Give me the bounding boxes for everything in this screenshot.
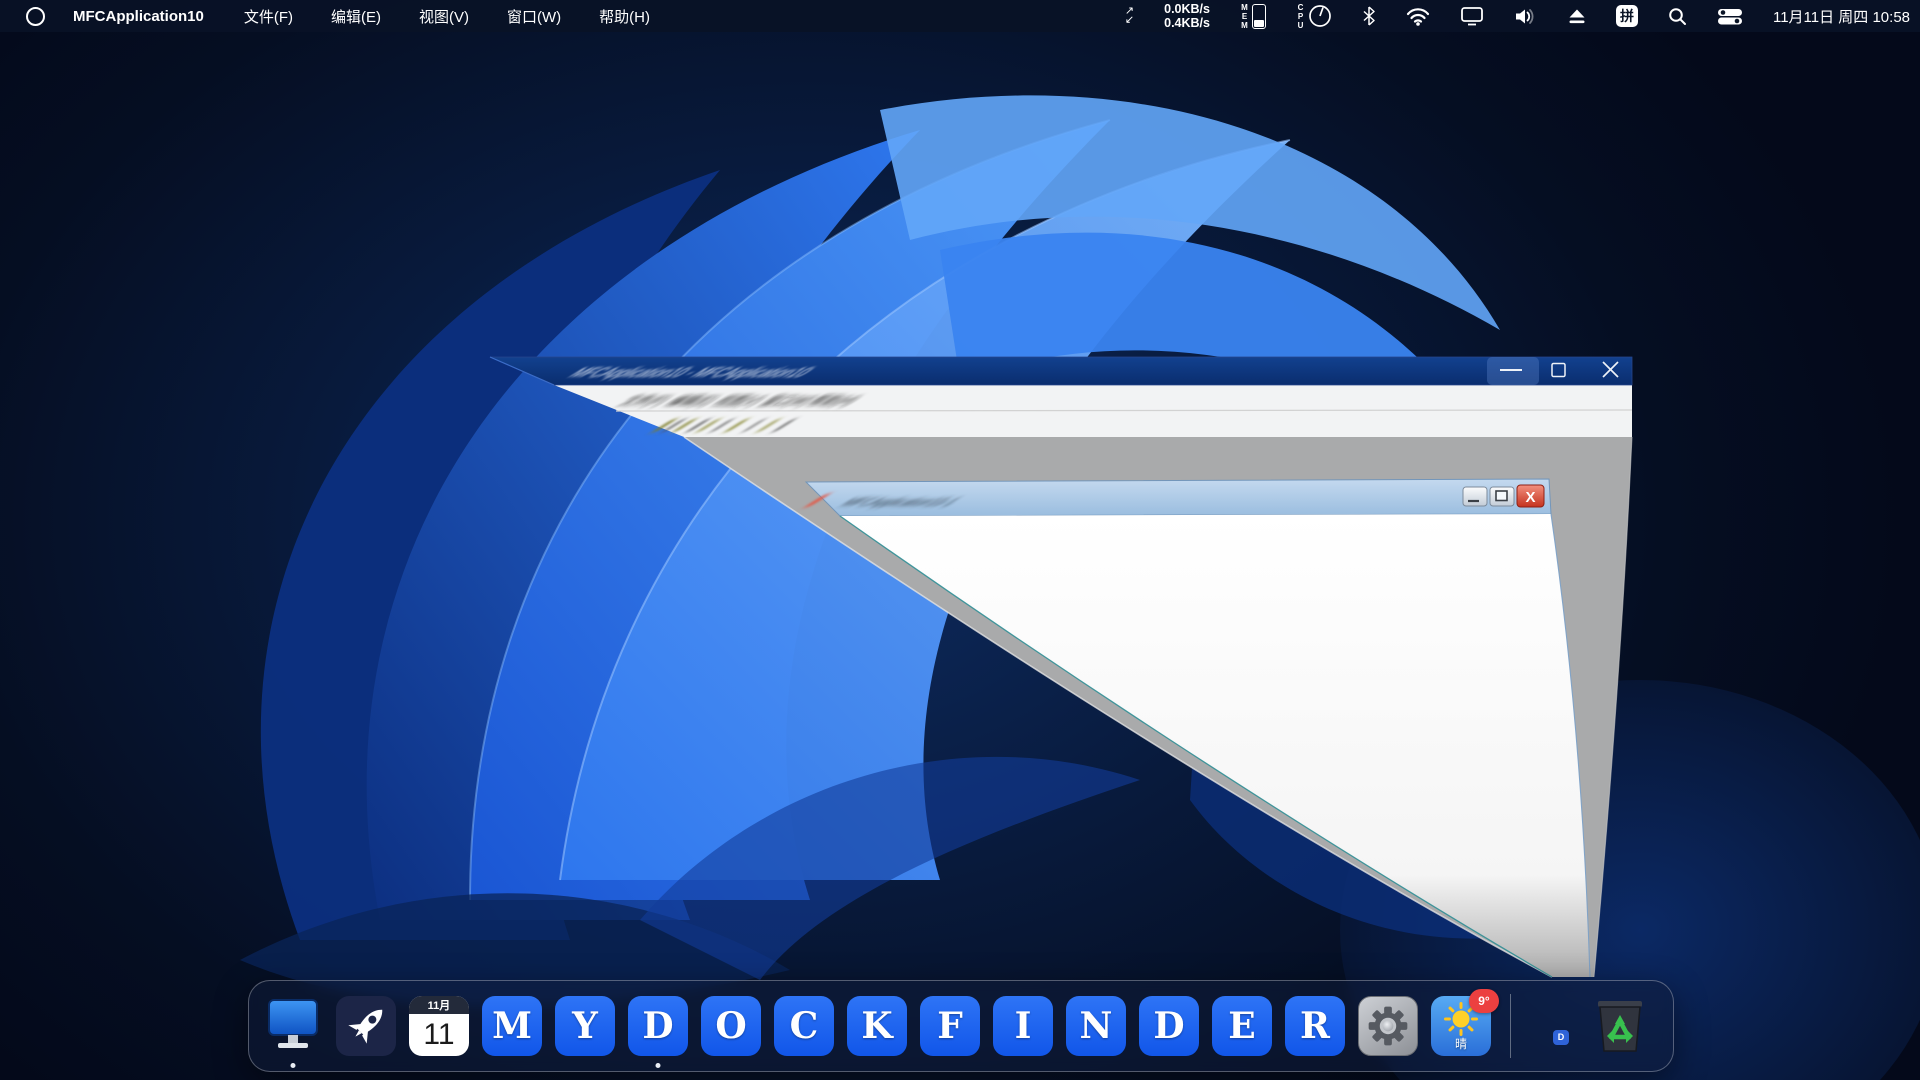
control-center-icon[interactable] [1717, 8, 1743, 25]
clock-date[interactable]: 11月11日 周四 10:58 [1773, 6, 1910, 27]
minimized-window-chip[interactable]: D [1553, 1030, 1569, 1045]
menubar-item-help[interactable]: 帮助(H) [599, 6, 650, 27]
eject-icon[interactable] [1568, 8, 1586, 25]
dock: 11月 11 M Y D O C K F I N D E R [248, 980, 1674, 1072]
dock-item-letter-f[interactable]: F [920, 996, 980, 1056]
network-speed-readout: 0.0KB/s 0.4KB/s [1164, 2, 1210, 30]
window-menu-items[interactable]: 文件(F) 编辑(E) 视图(V) 窗口(W) 帮助(H) [614, 394, 867, 408]
dock-item-letter-k[interactable]: K [847, 996, 907, 1056]
volume-icon[interactable] [1514, 8, 1538, 25]
child-restore-icon [1496, 491, 1507, 501]
dock-item-letter-d2[interactable]: D [1139, 996, 1199, 1056]
window-title-text: MFCApplication10 - MFCApplication10 [563, 366, 819, 381]
desktop: 文件(F) 编辑(E) 视图(V) 窗口(W) 帮助(H) MFCApplica… [0, 0, 1920, 1080]
memory-gauge-icon [1252, 4, 1266, 29]
dock-item-letter-e[interactable]: E [1212, 996, 1272, 1056]
search-icon[interactable] [1668, 7, 1687, 26]
dock-item-calendar[interactable]: 11月 11 [409, 996, 469, 1056]
cpu-indicator[interactable]: CPU [1296, 3, 1332, 30]
download-speed: 0.4KB/s [1164, 16, 1210, 30]
dock-item-weather[interactable]: 晴 9° [1431, 996, 1491, 1056]
dock-item-letter-o[interactable]: O [701, 996, 761, 1056]
dock-item-recycle-bin[interactable] [1591, 996, 1649, 1056]
memory-indicator[interactable]: MEM [1240, 3, 1266, 30]
dock-item-letter-y[interactable]: Y [555, 996, 615, 1056]
dock-item-launchpad[interactable] [336, 996, 396, 1056]
svg-text:MFCApplication10 - MFCApplicat: MFCApplication10 - MFCApplication10 [563, 366, 819, 381]
menubar-item-view[interactable]: 视图(V) [419, 6, 469, 27]
running-indicator-dot [291, 1063, 296, 1068]
rocket-icon [336, 996, 396, 1056]
dock-item-desktop[interactable] [263, 996, 323, 1056]
dock-item-letter-i[interactable]: I [993, 996, 1053, 1056]
dock-item-letter-d1[interactable]: D [628, 996, 688, 1056]
dock-item-settings[interactable] [1358, 996, 1418, 1056]
dock-item-letter-n[interactable]: N [1066, 996, 1126, 1056]
cpu-gauge-icon [1308, 4, 1332, 28]
child-close-button[interactable]: X [1517, 485, 1544, 507]
child-restore-button[interactable] [1490, 487, 1514, 506]
dock-item-letter-m[interactable]: M [482, 996, 542, 1056]
cpu-label: CPU [1296, 3, 1304, 30]
weather-badge: 9° [1469, 989, 1499, 1013]
mfc-window: 文件(F) 编辑(E) 视图(V) 窗口(W) 帮助(H) MFCApplica… [0, 0, 1920, 1080]
menubar-item-edit[interactable]: 编辑(E) [331, 6, 381, 27]
child-window-client[interactable] [840, 514, 1590, 977]
svg-text:MFCApplication10-1: MFCApplication10-1 [836, 495, 966, 508]
dock-item-letter-r[interactable]: R [1285, 996, 1345, 1056]
wifi-icon[interactable] [1406, 7, 1430, 26]
menubar: MFCApplication10 文件(F) 编辑(E) 视图(V) 窗口(W)… [0, 0, 1920, 32]
child-close-icon: X [1525, 489, 1535, 506]
recycle-bin-icon [1591, 996, 1649, 1056]
gear-icon [1359, 996, 1417, 1056]
calendar-day: 11 [409, 1014, 469, 1056]
down-arrow-icon: ↙ [1125, 16, 1134, 25]
display-icon[interactable] [1460, 6, 1484, 26]
letter-glyph: D [642, 1005, 673, 1047]
calendar-month: 11月 [409, 996, 469, 1014]
child-minimize-button[interactable] [1463, 487, 1487, 506]
minimize-hover-highlight [1487, 357, 1539, 385]
mem-label: MEM [1240, 3, 1248, 30]
running-indicator-dot [656, 1063, 661, 1068]
network-arrows-icon[interactable]: ↗ ↙ [1125, 7, 1134, 25]
dock-item-letter-c[interactable]: C [774, 996, 834, 1056]
bluetooth-icon[interactable] [1362, 6, 1376, 26]
weather-condition: 晴 [1431, 1035, 1491, 1052]
pinyin-input-icon[interactable]: 拼 [1616, 5, 1638, 27]
upload-speed: 0.0KB/s [1164, 2, 1210, 16]
menubar-item-window[interactable]: 窗口(W) [507, 6, 561, 27]
desktop-monitor-icon [263, 996, 323, 1056]
menubar-item-file[interactable]: 文件(F) [244, 6, 293, 27]
dock-separator [1510, 994, 1511, 1058]
active-app-name[interactable]: MFCApplication10 [73, 8, 204, 25]
apple-ring-logo-icon[interactable] [26, 7, 45, 26]
